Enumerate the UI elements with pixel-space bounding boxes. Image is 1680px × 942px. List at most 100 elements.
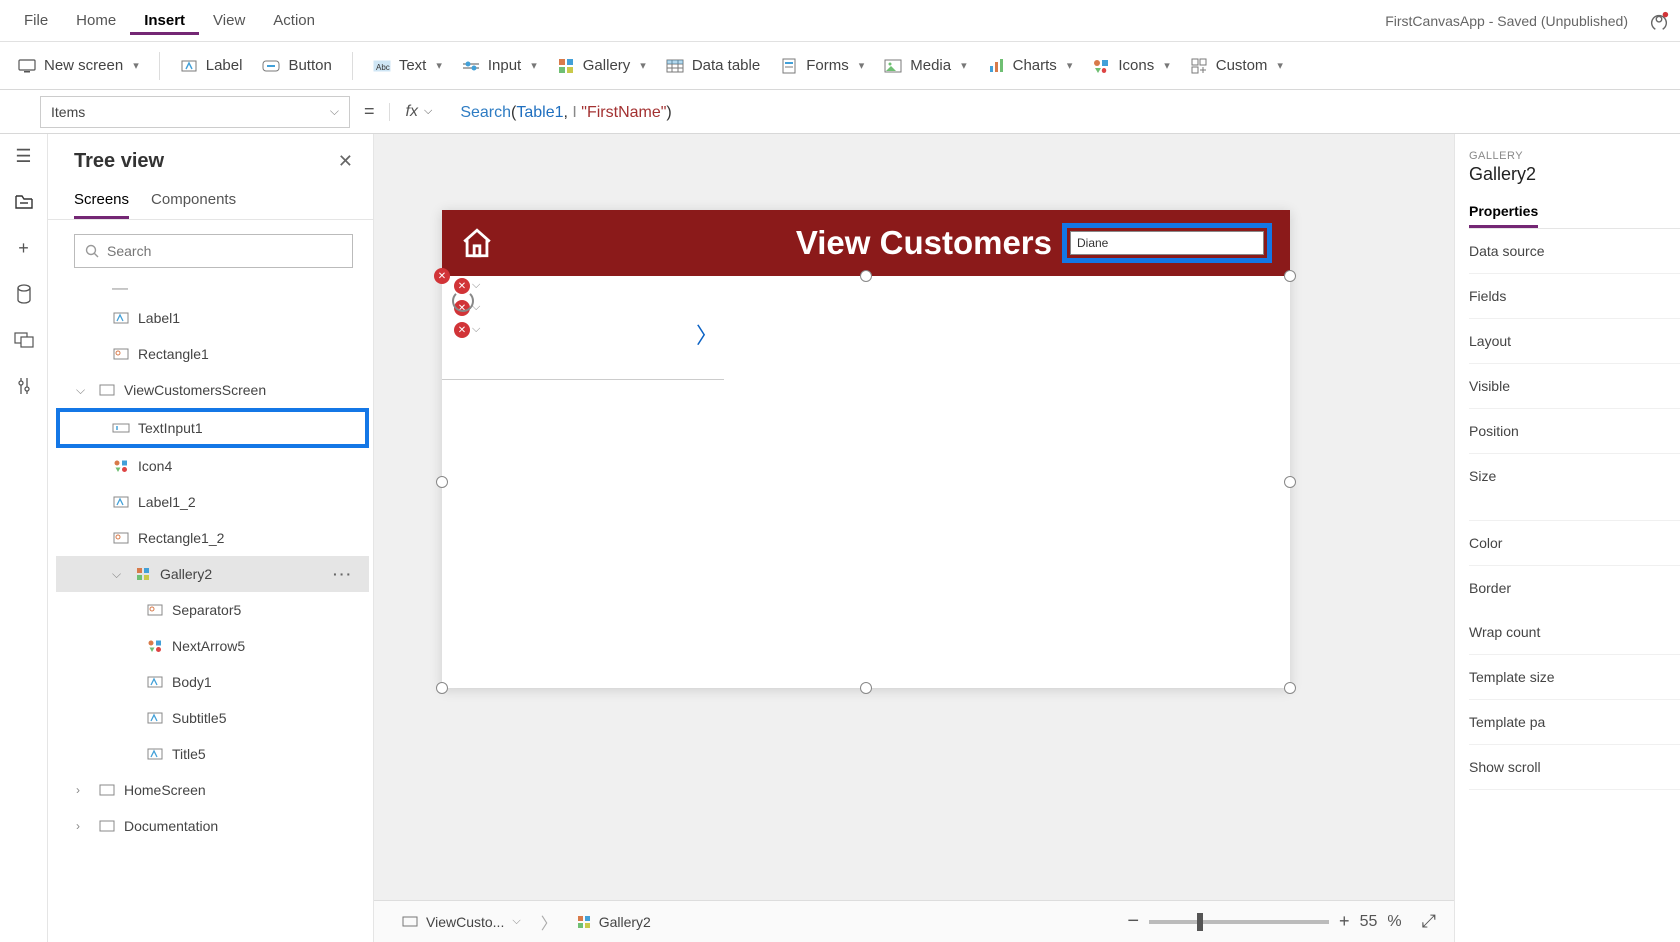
chevron-down-icon[interactable]: ⌵ bbox=[512, 915, 520, 928]
data-table-button[interactable]: Data table bbox=[666, 57, 760, 75]
property-row[interactable]: Data source bbox=[1469, 229, 1680, 274]
charts-dropdown[interactable]: Charts ▾ bbox=[987, 57, 1073, 75]
menu-home[interactable]: Home bbox=[62, 6, 130, 35]
tree-node-nextarrow5[interactable]: NextArrow5 bbox=[56, 628, 369, 664]
resize-handle[interactable] bbox=[436, 682, 448, 694]
tree-view-panel: Tree view ✕ Screens Components — Label1R… bbox=[48, 134, 374, 942]
node-label: Rectangle1_2 bbox=[138, 530, 224, 546]
button-button[interactable]: Button bbox=[262, 57, 331, 75]
ribbon-bar: New screen ▾ Label Button Abc Text ▾ Inp… bbox=[0, 42, 1680, 90]
zoom-out-button[interactable]: − bbox=[1127, 910, 1139, 933]
expand-icon[interactable]: ⌵ bbox=[112, 567, 126, 582]
property-row[interactable]: Layout bbox=[1469, 319, 1680, 364]
tree-node-documentation[interactable]: ›Documentation bbox=[56, 808, 369, 844]
charts-icon bbox=[987, 57, 1005, 75]
property-selector[interactable]: Items ⌵ bbox=[40, 96, 350, 128]
close-icon[interactable]: ✕ bbox=[338, 151, 353, 172]
property-row[interactable]: Fields bbox=[1469, 274, 1680, 319]
property-row[interactable]: Size bbox=[1469, 454, 1680, 520]
tree-node-subtitle5[interactable]: Subtitle5 bbox=[56, 700, 369, 736]
new-screen-button[interactable]: New screen ▾ bbox=[18, 57, 139, 75]
search-text-input[interactable]: Diane bbox=[1070, 231, 1264, 255]
expand-icon[interactable]: › bbox=[76, 783, 90, 797]
icons-dropdown[interactable]: Icons ▾ bbox=[1092, 57, 1169, 75]
breadcrumb-screen[interactable]: ViewCusto... ⌵ bbox=[392, 910, 531, 934]
label-button[interactable]: Label bbox=[180, 57, 243, 75]
screen-icon bbox=[18, 57, 36, 75]
tree-node-viewcustomersscreen[interactable]: ⌵ViewCustomersScreen bbox=[56, 372, 369, 408]
data-icon[interactable] bbox=[12, 282, 36, 306]
tree-node-rectangle1[interactable]: Rectangle1 bbox=[56, 336, 369, 372]
forms-dropdown[interactable]: Forms ▾ bbox=[780, 57, 864, 75]
tree-search-input[interactable] bbox=[107, 243, 342, 259]
zoom-in-button[interactable]: + bbox=[1339, 911, 1350, 932]
property-row[interactable]: Position bbox=[1469, 409, 1680, 454]
custom-icon bbox=[1190, 57, 1208, 75]
formula-input[interactable]: Search(Table1, I "FirstName") bbox=[448, 102, 671, 122]
home-icon[interactable] bbox=[460, 226, 494, 260]
tree-search-box[interactable] bbox=[74, 234, 353, 268]
gallery-selection[interactable]: ✕ ✕ ⌵ ✕ ⌵ ✕ ⌵ 〉 bbox=[442, 276, 1290, 688]
breadcrumb-control[interactable]: Gallery2 bbox=[567, 910, 661, 934]
tab-screens[interactable]: Screens bbox=[74, 183, 129, 219]
input-dropdown[interactable]: Input ▾ bbox=[462, 57, 537, 75]
canvas-screen[interactable]: View Customers Diane ✕ ✕ ⌵ ✕ ⌵ ✕ ⌵ 〉 bbox=[442, 210, 1290, 688]
media-dropdown[interactable]: Media ▾ bbox=[884, 57, 966, 75]
property-row[interactable]: Visible bbox=[1469, 364, 1680, 409]
tree-node-homescreen[interactable]: › HomeScreen bbox=[56, 772, 369, 808]
tree-node-separator5[interactable]: Separator5 bbox=[56, 592, 369, 628]
text-dropdown[interactable]: Abc Text ▾ bbox=[373, 57, 442, 75]
property-row[interactable]: Wrap count bbox=[1469, 610, 1680, 655]
insert-icon[interactable]: + bbox=[12, 236, 36, 260]
tree-node-label1_2[interactable]: Label1_2 bbox=[56, 484, 369, 520]
slider-thumb[interactable] bbox=[1197, 913, 1203, 931]
forms-icon bbox=[780, 57, 798, 75]
property-row[interactable]: Show scroll bbox=[1469, 745, 1680, 790]
expand-icon[interactable]: ⌵ bbox=[76, 383, 90, 398]
gallery-icon bbox=[557, 57, 575, 75]
tree-view-icon[interactable] bbox=[12, 190, 36, 214]
resize-handle[interactable] bbox=[860, 270, 872, 282]
tree-node-gallery2[interactable]: ⌵Gallery2··· bbox=[56, 556, 369, 592]
media-rail-icon[interactable] bbox=[12, 328, 36, 352]
tree-node-icon4[interactable]: Icon4 bbox=[56, 448, 369, 484]
app-checker-icon[interactable] bbox=[1648, 10, 1670, 32]
resize-handle[interactable] bbox=[1284, 476, 1296, 488]
tree-node-title5[interactable]: Title5 bbox=[56, 736, 369, 772]
fx-button[interactable]: fx ⌵ bbox=[389, 103, 449, 121]
expand-icon[interactable]: › bbox=[76, 819, 90, 833]
resize-handle[interactable] bbox=[860, 682, 872, 694]
gallery-dropdown[interactable]: Gallery ▾ bbox=[557, 57, 646, 75]
hamburger-icon[interactable]: ☰ bbox=[12, 144, 36, 168]
tab-properties[interactable]: Properties bbox=[1469, 197, 1538, 228]
gallery-item[interactable]: 〉 bbox=[442, 276, 724, 380]
breadcrumb-control-label: Gallery2 bbox=[599, 914, 651, 930]
menu-insert[interactable]: Insert bbox=[130, 6, 199, 35]
property-row[interactable]: Template size bbox=[1469, 655, 1680, 700]
tree-node-rectangle1_2[interactable]: Rectangle1_2 bbox=[56, 520, 369, 556]
custom-dropdown[interactable]: Custom ▾ bbox=[1190, 57, 1283, 75]
tree-node-label1[interactable]: Label1 bbox=[56, 300, 369, 336]
resize-handle[interactable] bbox=[1284, 270, 1296, 282]
advanced-tools-icon[interactable] bbox=[12, 374, 36, 398]
tree-node-textinput1[interactable]: TextInput1 bbox=[56, 408, 369, 448]
formula-token-str: "FirstName" bbox=[581, 104, 666, 121]
tree-node-body1[interactable]: Body1 bbox=[56, 664, 369, 700]
property-row[interactable]: Border bbox=[1469, 566, 1680, 610]
fit-screen-icon[interactable]: ⤢ bbox=[1422, 911, 1436, 932]
resize-handle[interactable] bbox=[1284, 682, 1296, 694]
menu-action[interactable]: Action bbox=[259, 6, 329, 35]
menu-view[interactable]: View bbox=[199, 6, 259, 35]
menu-file[interactable]: File bbox=[10, 6, 62, 35]
next-arrow-icon[interactable]: 〉 bbox=[696, 318, 718, 350]
node-label: HomeScreen bbox=[124, 782, 206, 798]
property-row[interactable]: Color bbox=[1469, 520, 1680, 566]
more-icon[interactable]: ··· bbox=[333, 566, 353, 582]
resize-handle[interactable] bbox=[436, 476, 448, 488]
search-value: Diane bbox=[1077, 236, 1108, 250]
zoom-slider[interactable] bbox=[1149, 920, 1329, 924]
tab-components[interactable]: Components bbox=[151, 183, 236, 219]
properties-control-name: Gallery2 bbox=[1469, 164, 1680, 185]
chevron-down-icon: ▾ bbox=[961, 59, 967, 72]
property-row[interactable]: Template pa bbox=[1469, 700, 1680, 745]
